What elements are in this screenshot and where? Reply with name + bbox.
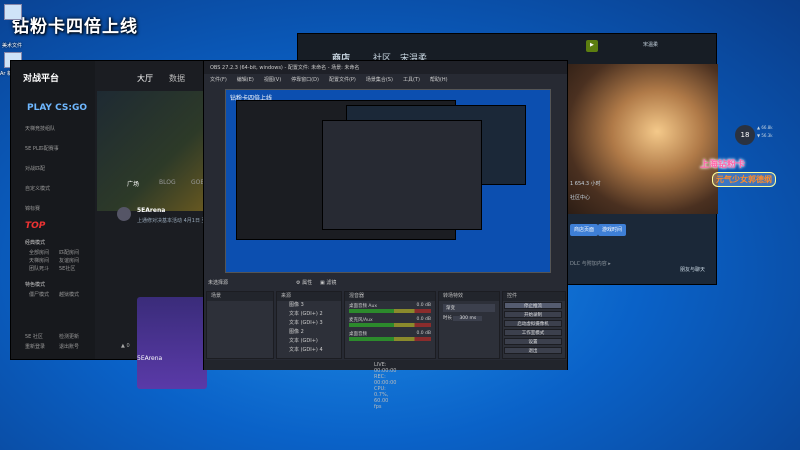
menu-tools[interactable]: 工具(T): [403, 77, 420, 83]
dock-header: 控件: [503, 292, 565, 301]
sidebar-item[interactable]: 锦标赛: [25, 205, 40, 212]
sub-item[interactable]: 5E社区: [59, 265, 75, 272]
duration-input[interactable]: 300 ms: [453, 316, 483, 321]
sub-item[interactable]: 天梯房间: [29, 257, 49, 264]
sub-item[interactable]: 僵尸模式: [29, 291, 49, 298]
streamer-tag: 元气少女郭德纲: [712, 172, 776, 187]
source-item[interactable]: 文本 (GDI+) 4: [277, 346, 341, 355]
like-count[interactable]: ▲ 0: [121, 343, 130, 349]
5e-logo: 对战平台: [23, 74, 60, 84]
properties-button[interactable]: ⚙ 属性: [296, 279, 312, 286]
desktop-file-icon[interactable]: [4, 4, 22, 20]
sidebar-item[interactable]: 5E PL匹配赛事: [25, 145, 59, 152]
stop-streaming-button[interactable]: 停止推流: [504, 302, 562, 309]
steam-store-button[interactable]: 商店页面: [570, 224, 599, 236]
stream-overlay-title: 钻粉卡四倍上线: [12, 17, 138, 37]
feed-tab[interactable]: 广场: [127, 179, 139, 188]
section-classic: 经典模式: [25, 240, 46, 246]
tab-lobby[interactable]: 大厅: [137, 73, 153, 84]
source-item[interactable]: 图像 3: [277, 301, 341, 310]
section-special: 特色模式: [25, 282, 46, 288]
mixer-channel: 麦克风/Aux 0.0 dB: [345, 315, 435, 329]
volume-meter: [349, 337, 431, 341]
bottom-link[interactable]: 退出账号: [59, 343, 79, 350]
menu-profile[interactable]: 配置文件(P): [329, 77, 356, 83]
volume-meter: [349, 309, 431, 313]
steam-dlc[interactable]: DLC 与附加内容 ▸: [570, 260, 611, 267]
studio-mode-button[interactable]: 工作室模式: [504, 329, 562, 336]
sub-item[interactable]: 越狱模式: [59, 291, 79, 298]
steam-achievements[interactable]: 社区中心: [570, 194, 590, 201]
transition-select[interactable]: 渐变: [443, 304, 495, 312]
filters-button[interactable]: ▣ 滤镜: [320, 279, 336, 286]
steam-hours: 1 654.3 小时: [570, 181, 601, 187]
mixer-dock: 混音器 桌面音频 Aux 0.0 dB 麦克风/Aux 0.0 dB 桌面音频 …: [344, 291, 436, 359]
obs-statusbar: LIVE: 00:00:00 REC: 00:00:00 CPU: 0.7%, …: [204, 360, 567, 410]
menu-docks[interactable]: 停靠窗口(D): [291, 77, 319, 83]
post-image[interactable]: [137, 297, 207, 389]
avatar: [117, 207, 131, 221]
nested-obs-window: [322, 120, 482, 230]
sub-item[interactable]: 团队死斗: [29, 265, 49, 272]
5e-banner: [97, 91, 211, 211]
obs-window: OBS 27.2.3 (64-bit, windows) - 配置文件: 未命名…: [203, 60, 568, 410]
post-text: 上通修对决基本活动 4月1日 至: [137, 218, 207, 224]
bottom-link[interactable]: 5E 社区: [25, 333, 43, 340]
post-author: 5EArena: [137, 207, 166, 214]
transitions-dock: 转场特效 渐变 时长 300 ms: [438, 291, 500, 359]
tab-data[interactable]: 数据: [169, 73, 185, 84]
sidebar-item[interactable]: 自定义模式: [25, 185, 50, 192]
sources-dock: 来源 图像 3 文本 (GDI+) 2 文本 (GDI+) 3 图像 2 文本 …: [276, 291, 342, 359]
dock-header: 混音器: [345, 292, 435, 301]
menu-file[interactable]: 文件(F): [210, 77, 227, 83]
steam-friends[interactable]: 朋友与聊天: [680, 266, 705, 273]
obs-menubar: 文件(F) 编辑(E) 视图(V) 停靠窗口(D) 配置文件(P) 场景集合(S) 工具(T…: [204, 74, 567, 85]
dock-header: 场景: [207, 292, 273, 301]
5e-arena-window: 对战平台 大厅 数据 PLAY CS:GO 天梯竞技组队 5E PL匹配赛事 对…: [10, 60, 211, 389]
no-source-label: 未选择源: [208, 280, 229, 286]
sub-item[interactable]: 匹配房间: [59, 249, 79, 256]
desktop-icon-label: 美术文件: [2, 43, 23, 49]
source-item[interactable]: 图像 2: [277, 328, 341, 337]
virtual-camera-button[interactable]: 启动虚拟摄像机: [504, 320, 562, 327]
steam-level-badge: 18: [735, 125, 755, 145]
sub-item[interactable]: 友谊房间: [59, 257, 79, 264]
source-item[interactable]: 文本 (GDI+) 2: [277, 310, 341, 319]
sub-item[interactable]: 全部房间: [29, 249, 49, 256]
mixer-channel: 桌面音频 Aux 0.0 dB: [345, 301, 435, 315]
source-item[interactable]: 文本 (GDI+) 3: [277, 319, 341, 328]
obs-preview[interactable]: 钻粉卡四倍上线: [225, 89, 551, 273]
steam-download-button[interactable]: ▶: [586, 40, 598, 52]
steam-playtime-button[interactable]: 游戏时间: [598, 224, 627, 236]
dock-header: 来源: [277, 292, 341, 301]
menu-scene-collection[interactable]: 场景集合(S): [366, 77, 393, 83]
source-item[interactable]: 文本 (GDI+): [277, 337, 341, 346]
settings-button[interactable]: 设置: [504, 338, 562, 345]
obs-titlebar: OBS 27.2.3 (64-bit, windows) - 配置文件: 未命名…: [204, 61, 567, 74]
exit-button[interactable]: 退出: [504, 347, 562, 354]
bottom-link[interactable]: 重新登录: [25, 343, 45, 350]
steam-game-hero: [566, 64, 718, 214]
feed-tab[interactable]: BLOG: [159, 179, 176, 186]
play-csgo-label[interactable]: PLAY CS:GO: [27, 103, 87, 113]
start-recording-button[interactable]: 开始录制: [504, 311, 562, 318]
streamer-tag: 上海钻粉卡: [700, 160, 746, 170]
duration-label: 时长: [443, 316, 452, 321]
steam-stat: ▼ 56.3k: [757, 133, 773, 138]
steam-stat: ▲ 66.8k: [757, 125, 773, 130]
bottom-link[interactable]: 检测更新: [59, 333, 79, 340]
steam-username[interactable]: 宋温柔: [643, 41, 658, 48]
top-banner-logo: TOP: [25, 221, 46, 231]
menu-view[interactable]: 视图(V): [264, 77, 281, 83]
sidebar-item[interactable]: 天梯竞技组队: [25, 125, 55, 132]
post-author: 5EArena: [137, 355, 163, 362]
sidebar-item[interactable]: 对战匹配: [25, 165, 45, 172]
dock-header: 转场特效: [439, 292, 499, 301]
menu-edit[interactable]: 编辑(E): [237, 77, 254, 83]
menu-help[interactable]: 帮助(H): [430, 77, 448, 83]
mixer-channel: 桌面音频 0.0 dB: [345, 329, 435, 343]
scenes-dock: 场景: [206, 291, 274, 359]
volume-meter: [349, 323, 431, 327]
